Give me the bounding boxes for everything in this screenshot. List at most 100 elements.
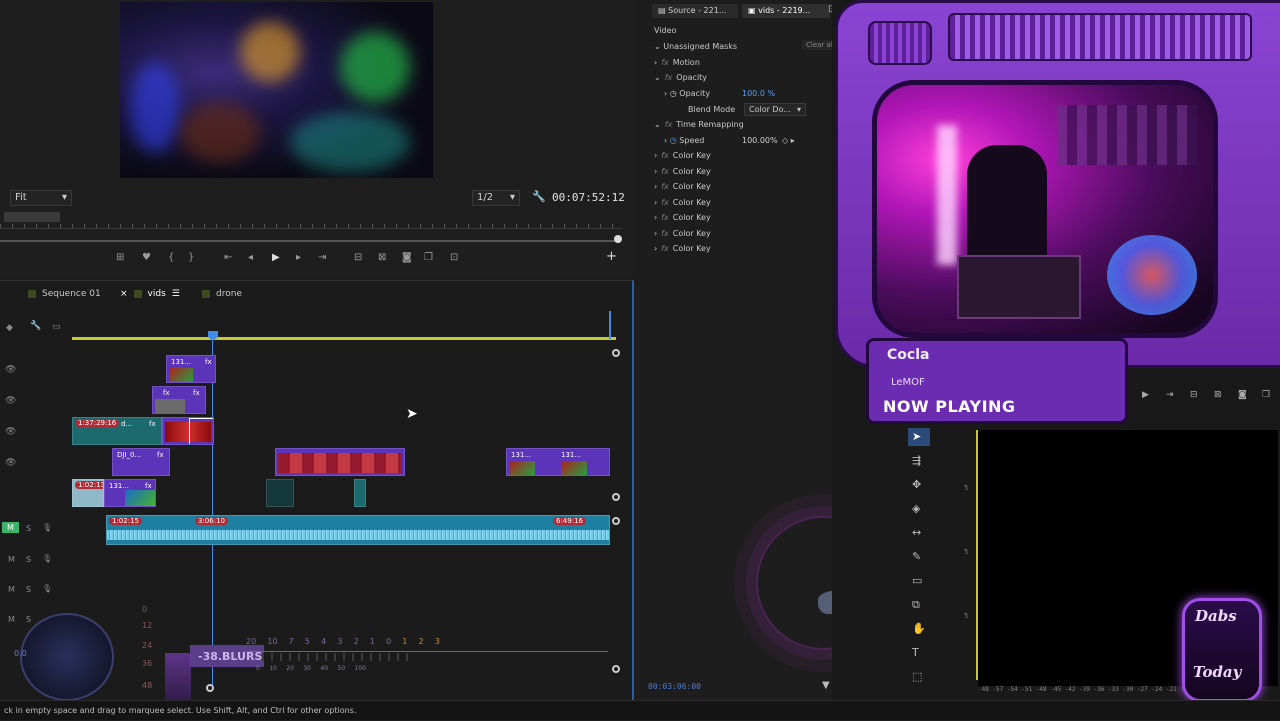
- chevron-right-icon[interactable]: ›: [654, 167, 657, 176]
- rectangle-icon[interactable]: ▭: [912, 574, 922, 587]
- marker-icon[interactable]: ♥: [142, 252, 151, 263]
- mute-button[interactable]: M: [8, 585, 15, 594]
- scroll-handle[interactable]: [612, 493, 620, 501]
- video-clip-selected[interactable]: [162, 417, 214, 445]
- eye-icon[interactable]: 👁: [5, 396, 16, 406]
- add-button-icon[interactable]: +: [606, 249, 617, 264]
- tab-sequence-01[interactable]: Sequence 01: [28, 289, 101, 299]
- solo-button[interactable]: S: [26, 585, 31, 594]
- chevron-right-icon[interactable]: ›: [654, 244, 657, 253]
- chevron-right-icon[interactable]: ›: [654, 151, 657, 160]
- scroll-handle[interactable]: [612, 665, 620, 673]
- video-clip[interactable]: 1:37:29:16 d... fx: [72, 417, 162, 445]
- mic-icon[interactable]: 🎙: [42, 554, 52, 563]
- mute-button[interactable]: M: [8, 615, 15, 624]
- extract-icon[interactable]: ⊟: [1190, 390, 1198, 400]
- effect-row-color-key[interactable]: › fx Color Key: [654, 182, 711, 191]
- marquee-icon[interactable]: ⬚: [912, 670, 922, 683]
- chevron-right-icon[interactable]: ›: [664, 136, 667, 145]
- layers-icon[interactable]: ⧉: [912, 598, 920, 612]
- effect-row-color-key[interactable]: › fx Color Key: [654, 244, 711, 253]
- scroll-handle[interactable]: [612, 349, 620, 357]
- type-tool-icon[interactable]: T: [912, 646, 919, 659]
- mute-button-active[interactable]: M: [2, 522, 19, 533]
- extract-icon[interactable]: ⊠: [378, 252, 386, 263]
- effect-row-color-key[interactable]: › fx Color Key: [654, 198, 711, 207]
- stopwatch-icon[interactable]: ◷: [670, 89, 677, 98]
- effect-row-motion[interactable]: › fx Motion: [654, 58, 700, 67]
- audio-clip[interactable]: 1:02:15 3:06:10 6:49:16: [106, 515, 610, 545]
- monitor-scroll-bar[interactable]: [0, 240, 618, 242]
- go-to-out-icon[interactable]: ⇥: [318, 252, 326, 263]
- effect-row-color-key[interactable]: › fx Color Key: [654, 213, 711, 222]
- video-clip[interactable]: [266, 479, 294, 507]
- tab-source[interactable]: ▤ Source - 221...: [652, 4, 738, 18]
- step-back-icon[interactable]: ◂: [248, 252, 253, 263]
- speed-value[interactable]: 100.00%: [742, 136, 778, 145]
- video-clip[interactable]: 1:02:13: [72, 479, 104, 507]
- chevron-right-icon[interactable]: ›: [664, 89, 667, 98]
- scroll-handle[interactable]: [206, 684, 214, 692]
- caption-icon[interactable]: ▭: [52, 322, 61, 332]
- lift-clip-icon[interactable]: ⊟: [354, 252, 362, 263]
- video-clip[interactable]: 131... fx: [166, 355, 216, 383]
- slip-icon[interactable]: ↔: [912, 526, 921, 539]
- opacity-param-row[interactable]: › ◷ Opacity 100.0 %: [664, 89, 775, 98]
- video-clip[interactable]: 131... 131...: [506, 448, 610, 476]
- speed-param-row[interactable]: › ◷ Speed 100.00% ◇ ▸: [664, 136, 795, 145]
- step-forward-icon[interactable]: ▸: [296, 252, 301, 263]
- zoom-fit-select[interactable]: Fit ▾: [10, 190, 72, 206]
- resolution-select[interactable]: 1/2 ▾: [472, 190, 520, 206]
- video-clip[interactable]: [354, 479, 366, 507]
- effect-row-color-key[interactable]: › fx Color Key: [654, 167, 711, 176]
- scroll-handle[interactable]: [612, 517, 620, 525]
- compare-icon[interactable]: ❐: [424, 252, 433, 263]
- overlay-icon[interactable]: ⊠: [1214, 390, 1222, 400]
- work-area-bar[interactable]: [72, 337, 616, 340]
- camera-icon[interactable]: ◙: [1238, 390, 1247, 400]
- chevron-right-icon[interactable]: ›: [654, 213, 657, 222]
- solo-button[interactable]: S: [26, 524, 31, 533]
- scroll-handle[interactable]: [614, 235, 622, 243]
- effect-timecode[interactable]: 00:03:06:00: [648, 682, 701, 691]
- effect-row-time-remapping[interactable]: ⌄ fx Time Remapping: [654, 120, 744, 129]
- monitor-time-ruler[interactable]: [0, 214, 622, 229]
- solo-button[interactable]: S: [26, 555, 31, 564]
- mark-out-icon[interactable]: }: [188, 252, 194, 263]
- mic-icon[interactable]: 🎙: [42, 584, 52, 593]
- lift-icon[interactable]: ⊞: [116, 252, 124, 263]
- effect-row-opacity[interactable]: ⌄ fx Opacity: [654, 73, 707, 82]
- camera-icon[interactable]: ◙: [402, 252, 412, 263]
- track-select-icon[interactable]: ⇶: [912, 454, 921, 467]
- hand-icon[interactable]: ✋: [912, 622, 926, 635]
- playhead-timecode[interactable]: 00:07:52:12: [552, 191, 625, 204]
- wrench-icon[interactable]: 🔧: [532, 190, 546, 203]
- video-clip[interactable]: fx fx: [152, 386, 206, 414]
- mask-row[interactable]: ⌄ Unassigned Masks: [654, 42, 737, 51]
- video-clip[interactable]: 131... fx: [104, 479, 156, 507]
- opacity-value[interactable]: 100.0 %: [742, 89, 775, 98]
- tab-vids-effect[interactable]: ▣ vids - 2219...: [742, 4, 830, 18]
- menu-icon[interactable]: ☰: [172, 289, 180, 299]
- play-icon[interactable]: ▶: [1142, 390, 1149, 400]
- mark-in-icon[interactable]: {: [168, 252, 174, 263]
- pen-icon[interactable]: ✎: [912, 550, 921, 563]
- filter-icon[interactable]: ▼: [822, 680, 830, 691]
- eye-icon[interactable]: 👁: [5, 427, 16, 437]
- tab-drone[interactable]: drone: [202, 289, 242, 299]
- snap-icon[interactable]: ◆: [6, 323, 13, 333]
- step-forward-icon[interactable]: ⇥: [1166, 390, 1174, 400]
- multicam-icon[interactable]: ⊡: [450, 252, 458, 263]
- chevron-right-icon[interactable]: ›: [654, 198, 657, 207]
- go-to-in-icon[interactable]: ⇤: [224, 252, 232, 263]
- chevron-down-icon[interactable]: ⌄: [654, 42, 661, 51]
- chevron-right-icon[interactable]: ›: [654, 229, 657, 238]
- compare-icon[interactable]: ❐: [1262, 390, 1270, 400]
- video-clip[interactable]: DJI_0... fx: [112, 448, 170, 476]
- chevron-down-icon[interactable]: ⌄: [654, 73, 661, 82]
- blend-mode-select[interactable]: Color Do... ▾: [744, 103, 806, 116]
- close-icon[interactable]: ×: [120, 289, 128, 299]
- solo-button[interactable]: S: [26, 615, 31, 624]
- stopwatch-icon[interactable]: ◷: [670, 136, 677, 145]
- keyframe-nav-icon[interactable]: ◇ ▸: [782, 136, 795, 145]
